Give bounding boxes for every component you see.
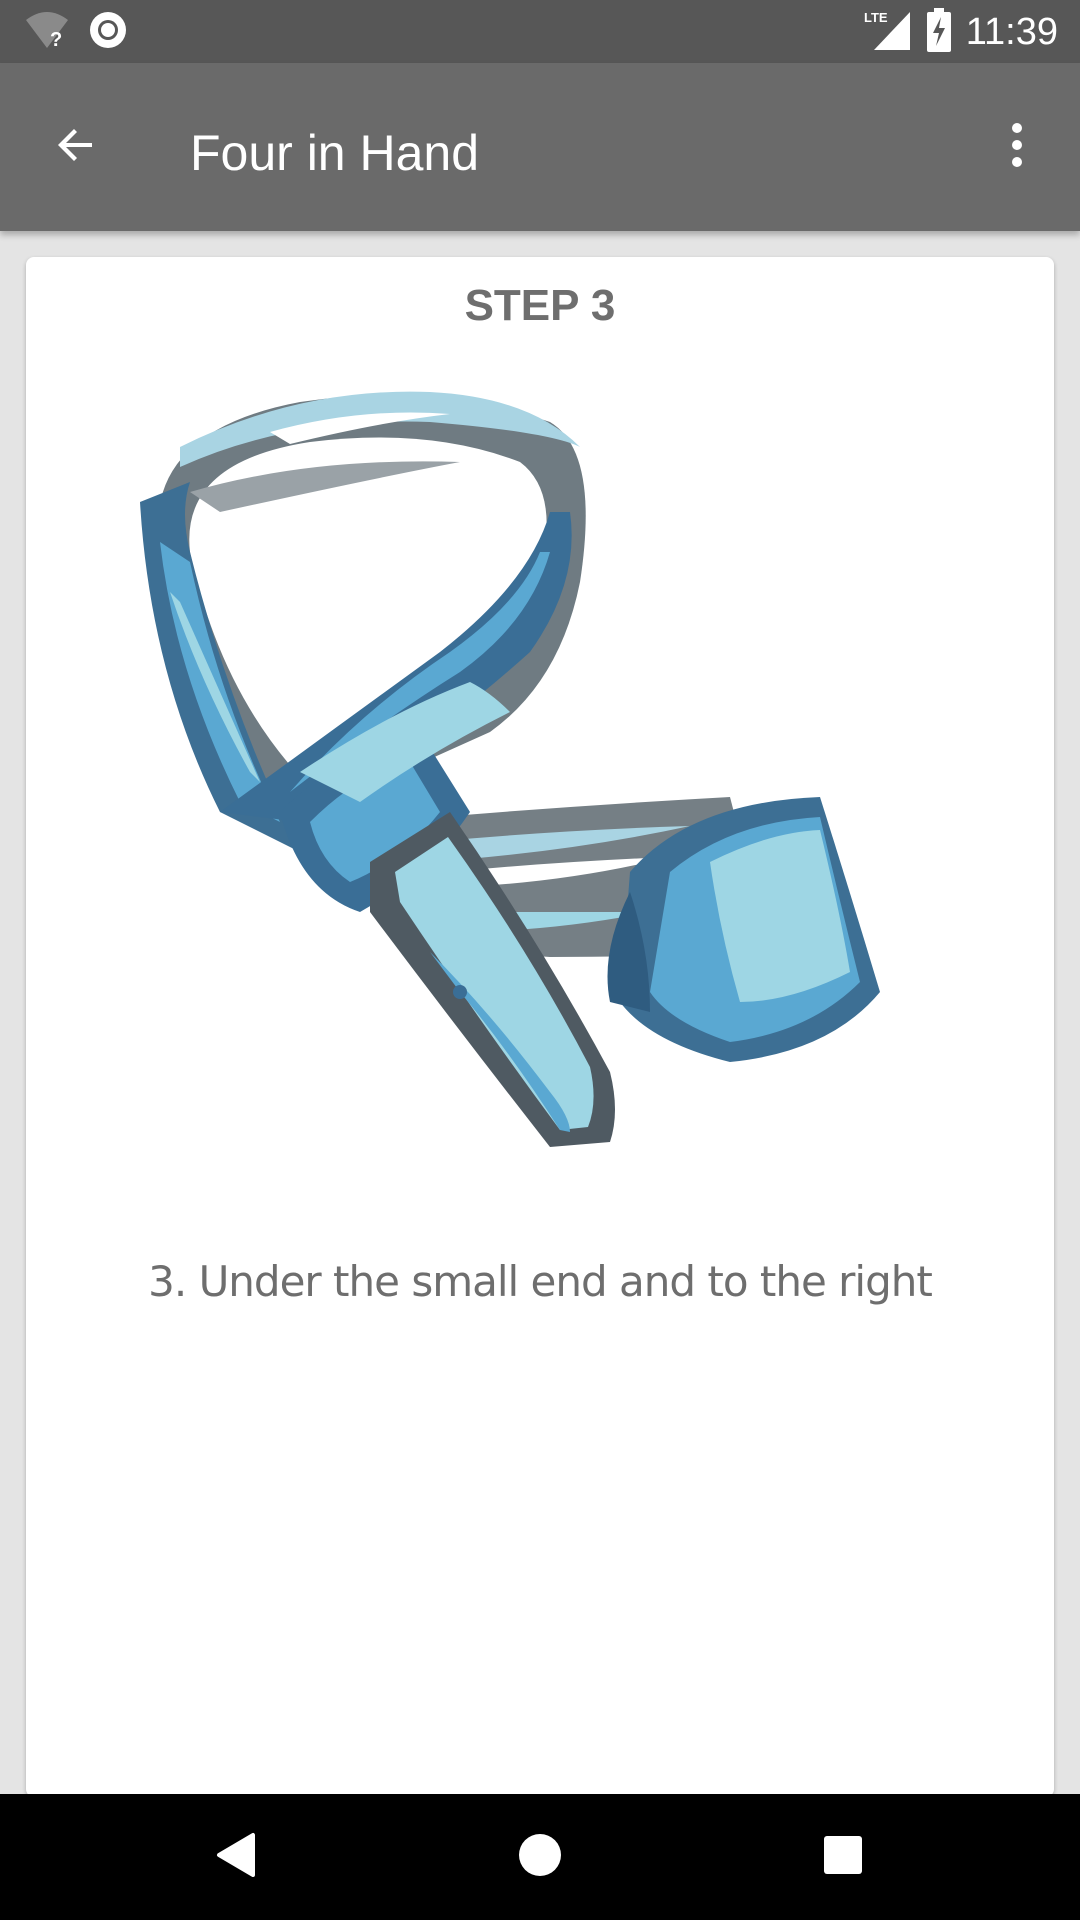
network-type-label: LTE: [864, 10, 888, 25]
overflow-menu-button[interactable]: [982, 107, 1052, 187]
record-icon: [88, 10, 128, 55]
cell-signal-icon: LTE: [862, 8, 912, 57]
recents-square-icon: [822, 1834, 864, 1881]
battery-charging-icon: [926, 7, 952, 57]
app-bar: Four in Hand: [0, 63, 1080, 231]
back-triangle-icon: [213, 1831, 257, 1884]
status-left-icons: ?: [24, 10, 128, 55]
status-right-icons: LTE 11:39: [862, 7, 1058, 57]
status-time: 11:39: [965, 11, 1058, 53]
svg-text:?: ?: [50, 29, 62, 50]
page-title: Four in Hand: [190, 125, 480, 181]
nav-home-button[interactable]: [505, 1822, 575, 1892]
step-description: 3. Under the small end and to the right: [148, 1257, 933, 1306]
status-bar: ? LTE 11:39: [0, 0, 1080, 63]
more-vert-icon: [1009, 121, 1025, 174]
nav-recents-button[interactable]: [808, 1822, 878, 1892]
step-card: STEP 3 3. Under the small end and to the…: [26, 257, 1054, 1797]
back-button[interactable]: [36, 107, 116, 187]
system-nav-bar: [0, 1794, 1080, 1920]
wifi-unknown-icon: ?: [24, 10, 70, 55]
home-circle-icon: [517, 1832, 563, 1883]
arrow-back-icon: [52, 121, 100, 174]
tie-knot-illustration: [130, 352, 970, 1232]
nav-back-button[interactable]: [200, 1822, 270, 1892]
step-heading: STEP 3: [464, 281, 616, 330]
